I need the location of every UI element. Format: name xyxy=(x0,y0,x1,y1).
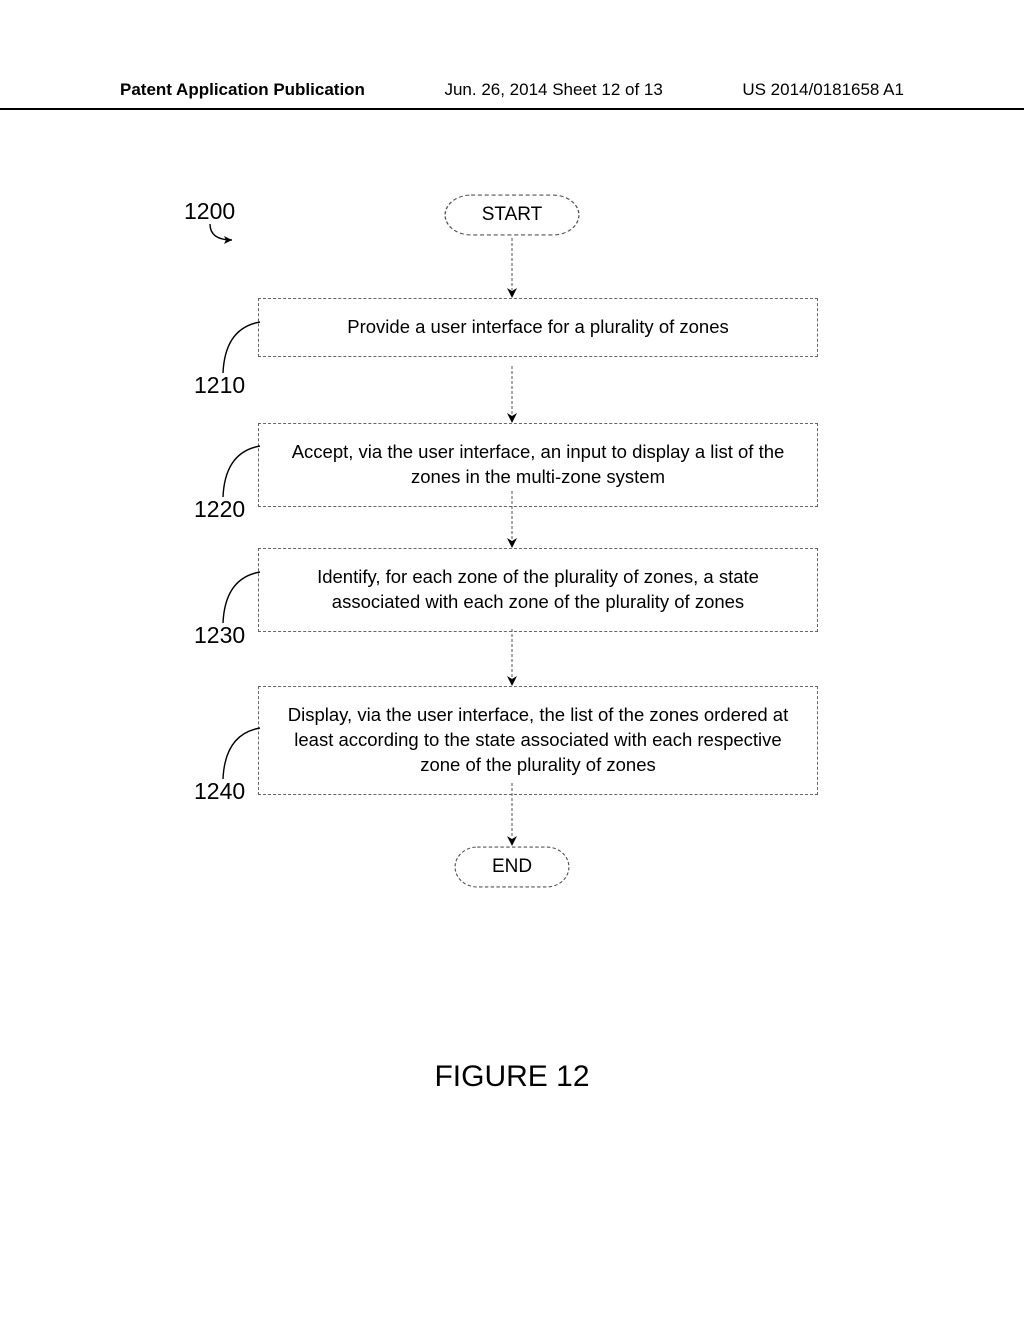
step-text: Identify, for each zone of the plurality… xyxy=(317,566,759,612)
date-sheet: Jun. 26, 2014 Sheet 12 of 13 xyxy=(444,80,662,100)
flowchart-step-1220: Accept, via the user interface, an input… xyxy=(258,423,818,507)
step-text: Provide a user interface for a plurality… xyxy=(347,316,729,337)
start-label: START xyxy=(482,204,543,225)
reference-label-1220: 1220 xyxy=(194,496,245,523)
step-text: Display, via the user interface, the lis… xyxy=(288,704,788,775)
reference-label-1230: 1230 xyxy=(194,622,245,649)
end-label: END xyxy=(492,856,532,877)
flowchart-arrow-icon xyxy=(505,491,519,548)
figure-caption: FIGURE 12 xyxy=(0,1060,1024,1094)
figure-number-label: 1200 xyxy=(184,198,235,225)
figure-number-pointer-icon xyxy=(202,222,242,250)
flowchart-arrow-icon xyxy=(505,238,519,298)
reference-pointer-icon xyxy=(215,724,265,784)
reference-pointer-icon xyxy=(215,442,265,502)
reference-label-1210: 1210 xyxy=(194,372,245,399)
flowchart-end-terminal: END xyxy=(454,846,570,888)
publication-number: US 2014/0181658 A1 xyxy=(742,80,904,100)
reference-label-1240: 1240 xyxy=(194,778,245,805)
page-header: Patent Application Publication Jun. 26, … xyxy=(0,80,1024,110)
flowchart-arrow-icon xyxy=(505,366,519,423)
flowchart-diagram: 1200 START Provide a user interface for … xyxy=(0,170,1024,930)
flowchart-arrow-icon xyxy=(505,783,519,846)
publication-type: Patent Application Publication xyxy=(120,80,365,100)
reference-pointer-icon xyxy=(215,568,265,628)
step-text: Accept, via the user interface, an input… xyxy=(292,441,785,487)
flowchart-start-terminal: START xyxy=(444,194,581,236)
flowchart-step-1210: Provide a user interface for a plurality… xyxy=(258,298,818,357)
flowchart-step-1240: Display, via the user interface, the lis… xyxy=(258,686,818,795)
flowchart-arrow-icon xyxy=(505,629,519,686)
reference-pointer-icon xyxy=(215,318,265,378)
flowchart-step-1230: Identify, for each zone of the plurality… xyxy=(258,548,818,632)
